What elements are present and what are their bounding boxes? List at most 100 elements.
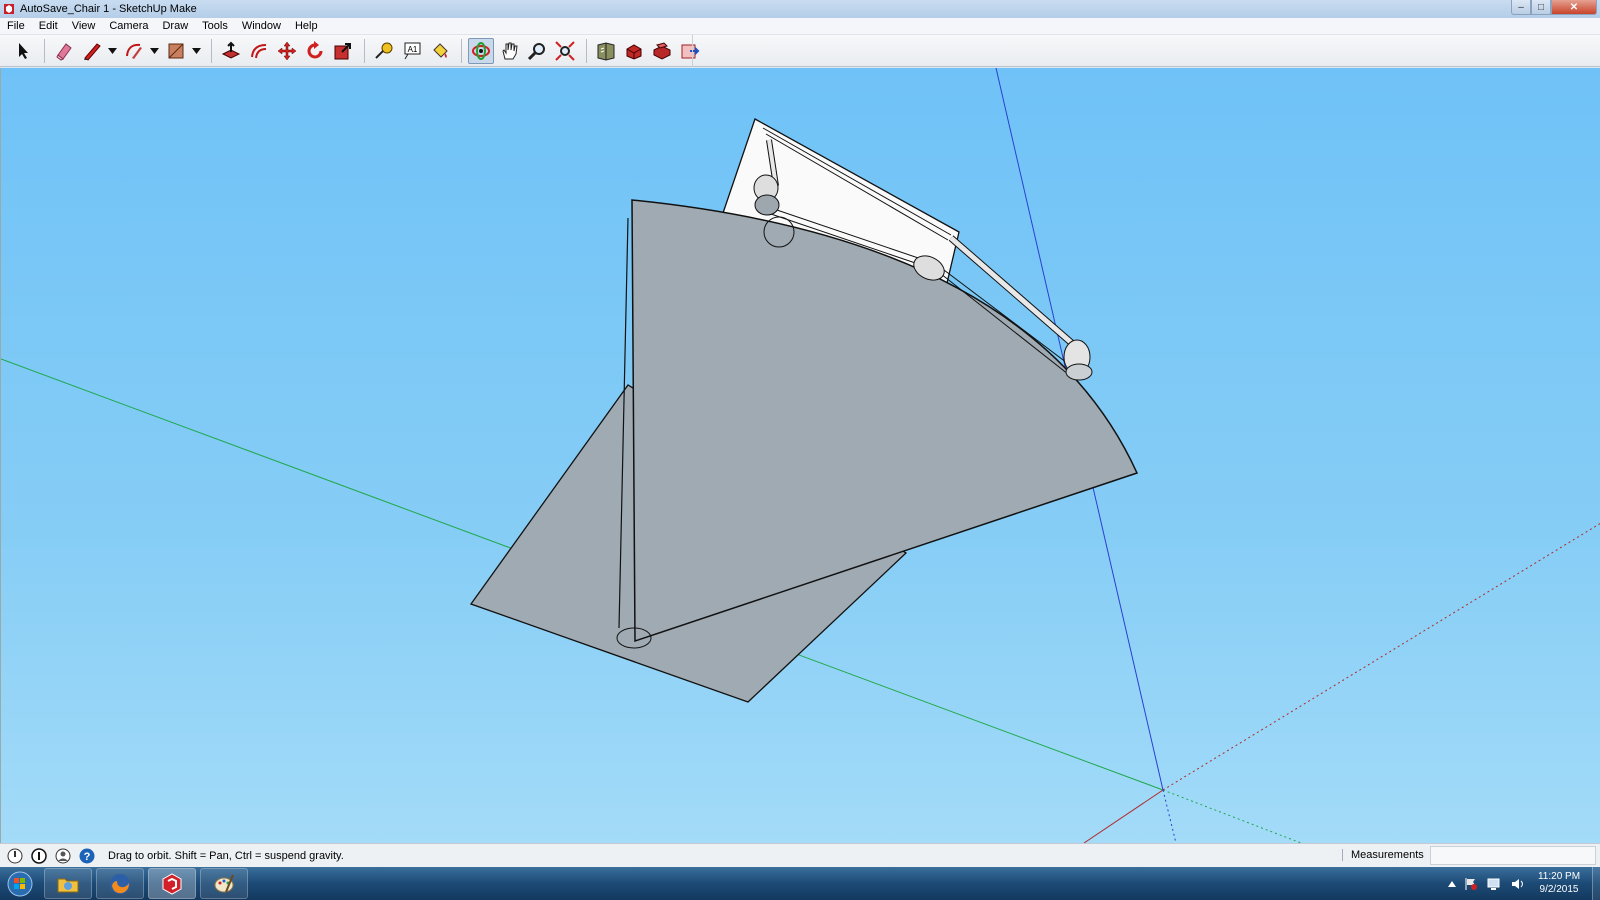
toolbar-separator [211, 38, 212, 63]
network-icon[interactable] [1486, 877, 1502, 891]
taskbar-firefox[interactable] [96, 868, 144, 899]
explorer-icon [57, 878, 79, 892]
seat-sector[interactable] [631, 199, 1139, 643]
show-hidden-icons-icon[interactable] [1448, 880, 1456, 887]
share-icon [626, 43, 642, 60]
select-tool[interactable] [10, 38, 36, 64]
menu-tools[interactable]: Tools [195, 20, 235, 32]
red-axis-hidden [1162, 523, 1600, 791]
sketchup-app-icon[interactable] [3, 3, 15, 15]
rectangle-icon [168, 43, 184, 58]
taskbar-explorer[interactable] [44, 868, 92, 899]
layout-icon [681, 44, 700, 58]
minimize-button[interactable]: – [1511, 0, 1531, 15]
send-to-layout-button[interactable] [677, 38, 703, 64]
credits-icon[interactable] [30, 847, 48, 865]
menu-bar: File Edit View Camera Draw Tools Window … [0, 18, 1600, 35]
eraser-icon [56, 42, 72, 61]
text-tool-glyph: A1 [408, 45, 418, 54]
measurements-input[interactable] [1430, 846, 1596, 865]
action-center-flag-icon[interactable] [1464, 877, 1478, 891]
toolbar-edge [692, 35, 693, 67]
tape-icon [375, 42, 393, 59]
share-model-button[interactable] [621, 38, 647, 64]
offset-tool[interactable] [246, 38, 272, 64]
menu-draw[interactable]: Draw [155, 20, 195, 32]
dropdown-arrow-icon [107, 47, 117, 54]
help-glyph: ? [84, 851, 91, 863]
title-bar: AutoSave_Chair 1 - SketchUp Make [0, 0, 1600, 18]
menu-window[interactable]: Window [235, 20, 288, 32]
orbit-icon [472, 41, 490, 60]
paint-icon [214, 874, 234, 892]
joint-right-cap [1065, 363, 1093, 381]
start-button[interactable] [0, 867, 40, 900]
extension-warehouse-button[interactable] [649, 38, 675, 64]
getting-started-toolbar: A1 [0, 35, 1600, 67]
extension-icon [653, 41, 671, 60]
red-axis [1083, 789, 1164, 843]
pan-tool[interactable] [496, 38, 522, 64]
line-tool-dropdown[interactable] [107, 38, 117, 64]
push-pull-icon [221, 41, 241, 59]
maximize-button[interactable]: □ [1531, 0, 1551, 15]
arc-tool[interactable] [121, 38, 147, 64]
push-pull-tool[interactable] [218, 38, 244, 64]
menu-view[interactable]: View [65, 20, 103, 32]
joint-left-top-cap [754, 194, 780, 216]
line-tool[interactable] [79, 38, 105, 64]
sketchup-icon [162, 872, 182, 895]
blue-axis-hidden [1162, 789, 1177, 843]
tape-measure-tool[interactable] [371, 38, 397, 64]
warehouse-button[interactable] [593, 38, 619, 64]
paint-bucket-tool[interactable] [427, 38, 453, 64]
offset-icon [251, 43, 267, 58]
toolbar-separator [44, 38, 45, 63]
eraser-tool[interactable] [51, 38, 77, 64]
zoom-tool[interactable] [524, 38, 550, 64]
scale-tool[interactable] [330, 38, 356, 64]
rotate-tool[interactable] [302, 38, 328, 64]
hand-icon [502, 42, 518, 59]
model-viewport[interactable] [0, 68, 1600, 843]
pencil-icon [84, 42, 101, 61]
close-button[interactable]: ✕ [1551, 0, 1597, 15]
arrow-icon [19, 42, 28, 59]
text-icon: A1 [404, 42, 421, 59]
rotate-icon [307, 40, 323, 58]
window-title: AutoSave_Chair 1 - SketchUp Make [20, 3, 197, 15]
toolbar-separator [586, 38, 587, 63]
dropdown-arrow-icon [191, 47, 201, 54]
bucket-icon [433, 42, 448, 58]
magnifier-icon [527, 42, 545, 60]
menu-help[interactable]: Help [288, 20, 325, 32]
system-tray [1448, 867, 1526, 900]
menu-camera[interactable]: Camera [102, 20, 155, 32]
clock-date: 9/2/2015 [1539, 884, 1579, 895]
help-icon[interactable]: ? [78, 847, 96, 865]
green-axis-hidden [1162, 789, 1302, 843]
menu-edit[interactable]: Edit [32, 20, 65, 32]
text-tool[interactable]: A1 [399, 38, 425, 64]
clock-time: 11:20 PM [1537, 871, 1581, 882]
user-account-icon[interactable] [54, 847, 72, 865]
taskbar-sketchup[interactable] [148, 868, 196, 899]
scene-canvas[interactable] [1, 68, 1600, 843]
toolbar-separator [461, 38, 462, 63]
arc-tool-dropdown[interactable] [149, 38, 159, 64]
menu-file[interactable]: File [0, 20, 32, 32]
firefox-icon [110, 873, 130, 894]
show-desktop-button[interactable] [1592, 867, 1600, 900]
windows-logo-icon [7, 871, 33, 896]
dropdown-arrow-icon [149, 47, 159, 54]
move-tool[interactable] [274, 38, 300, 64]
rectangle-tool-dropdown[interactable] [191, 38, 201, 64]
measurements-label: Measurements [1342, 849, 1424, 861]
warehouse-icon [597, 41, 615, 61]
orbit-tool[interactable] [468, 37, 494, 64]
taskbar-clock[interactable]: 11:20 PM 9/2/2015 [1524, 870, 1594, 896]
rectangle-tool[interactable] [163, 38, 189, 64]
geo-location-icon[interactable] [6, 847, 24, 865]
zoom-extents-tool[interactable] [552, 38, 578, 64]
taskbar-paint[interactable] [200, 868, 248, 899]
